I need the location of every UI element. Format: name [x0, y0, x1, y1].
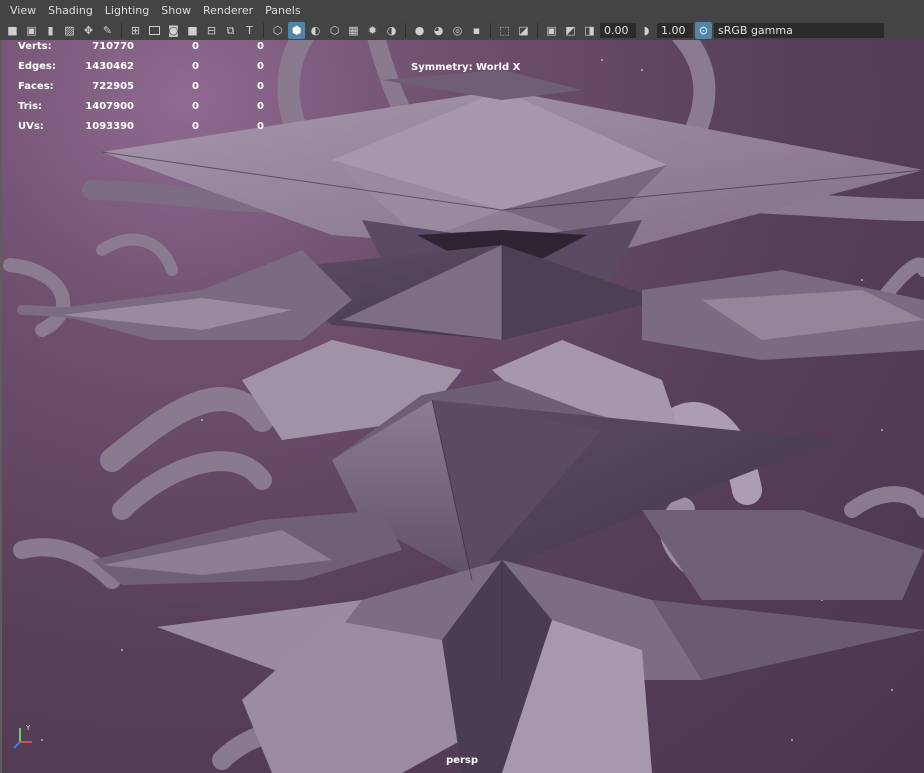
camera-icon[interactable]: ■ [4, 22, 21, 39]
safe-title-icon[interactable]: T [241, 22, 258, 39]
camera-attributes-icon[interactable]: ▣ [23, 22, 40, 39]
gamma-icon[interactable]: ◗ [638, 22, 655, 39]
hud-value-verts: 710770 [92, 41, 134, 52]
toolbar-divider [537, 23, 538, 38]
color-space-dropdown[interactable]: sRGB gamma [714, 23, 884, 38]
3d-viewport[interactable]: Y Verts: 710770 0 0 Edges: 1430462 0 0 F… [0, 40, 924, 773]
exposure-icon[interactable]: ◨ [581, 22, 598, 39]
menu-renderer[interactable]: Renderer [197, 0, 259, 21]
hud-value-uvs-sel: 0 [192, 121, 199, 132]
gamma-field[interactable]: 1.00 [657, 23, 693, 38]
wireframe-icon[interactable]: ⬡ [269, 22, 286, 39]
menu-panels[interactable]: Panels [259, 0, 306, 21]
exposure-field[interactable]: 0.00 [600, 23, 636, 38]
menu-lighting[interactable]: Lighting [99, 0, 155, 21]
isolate-select-icon[interactable]: ⬚ [496, 22, 513, 39]
panel-menu-bar: View Shading Lighting Show Renderer Pane… [0, 0, 924, 21]
hud-value-faces-sel: 0 [192, 81, 199, 92]
hud-value-tris: 1407900 [85, 101, 134, 112]
motion-blur-icon[interactable]: ◕ [430, 22, 447, 39]
symmetry-indicator: Symmetry: World X [411, 62, 521, 73]
hud-label-faces: Faces: [18, 81, 54, 92]
toolbar-divider [490, 23, 491, 38]
xray-icon[interactable]: ◪ [515, 22, 532, 39]
safe-action-icon[interactable]: ⧉ [222, 22, 239, 39]
axis-y-label: Y [25, 724, 31, 732]
menu-view[interactable]: View [4, 0, 42, 21]
hud-value-edges: 1430462 [85, 61, 134, 72]
resolution-gate-icon[interactable]: ◙ [165, 22, 182, 39]
hud-value-edges-sel: 0 [192, 61, 199, 72]
2d-pan-zoom-icon[interactable]: ✥ [80, 22, 97, 39]
smooth-shade-icon[interactable]: ⬢ [288, 22, 305, 39]
hud-value-verts-uv: 0 [257, 41, 264, 52]
toolbar-divider [405, 23, 406, 38]
hud-label-verts: Verts: [18, 41, 52, 52]
grid-icon[interactable]: ⊞ [127, 22, 144, 39]
hud-label-edges: Edges: [18, 61, 56, 72]
wireframe-on-shaded-icon[interactable]: ⬡ [326, 22, 343, 39]
hud-value-edges-uv: 0 [257, 61, 264, 72]
image-plane-icon[interactable]: ▨ [61, 22, 78, 39]
color-management-icon[interactable]: ⊙ [695, 22, 712, 39]
bookmark-icon[interactable]: ▮ [42, 22, 59, 39]
shadows-icon[interactable]: ◑ [383, 22, 400, 39]
right-arm-2 [642, 510, 924, 600]
panel-toolbar: ■ ▣ ▮ ▨ ✥ ✎ ⊞ ◙ ■ ⊟ ⧉ T ⬡ ⬢ ◐ ⬡ ▦ ✹ ◑ ● … [0, 21, 924, 40]
textured-icon[interactable]: ▦ [345, 22, 362, 39]
menu-show[interactable]: Show [155, 0, 197, 21]
menu-shading[interactable]: Shading [42, 0, 99, 21]
hud-value-verts-sel: 0 [192, 41, 199, 52]
lights-icon[interactable]: ✹ [364, 22, 381, 39]
default-material-icon[interactable]: ◐ [307, 22, 324, 39]
camera-name-label: persp [446, 755, 478, 766]
depth-of-field-icon[interactable]: ▪ [468, 22, 485, 39]
hud-value-tris-uv: 0 [257, 101, 264, 112]
film-gate-icon[interactable] [146, 22, 163, 39]
hud-value-tris-sel: 0 [192, 101, 199, 112]
scene-render: Y [3, 40, 924, 773]
screen-space-ao-icon[interactable]: ● [411, 22, 428, 39]
axis-gizmo: Y [13, 724, 32, 749]
field-chart-icon[interactable]: ⊟ [203, 22, 220, 39]
hud-value-uvs-uv: 0 [257, 121, 264, 132]
gate-mask-icon[interactable]: ■ [184, 22, 201, 39]
toolbar-divider [263, 23, 264, 38]
hud-label-uvs: UVs: [18, 121, 44, 132]
grease-pencil-icon[interactable]: ✎ [99, 22, 116, 39]
hud-value-uvs: 1093390 [85, 121, 134, 132]
hud-value-faces: 722905 [92, 81, 134, 92]
toolbar-divider [121, 23, 122, 38]
hud-label-tris: Tris: [18, 101, 43, 112]
xray-joints-icon[interactable]: ▣ [543, 22, 560, 39]
multisample-aa-icon[interactable]: ◎ [449, 22, 466, 39]
hud-value-faces-uv: 0 [257, 81, 264, 92]
xray-components-icon[interactable]: ◩ [562, 22, 579, 39]
